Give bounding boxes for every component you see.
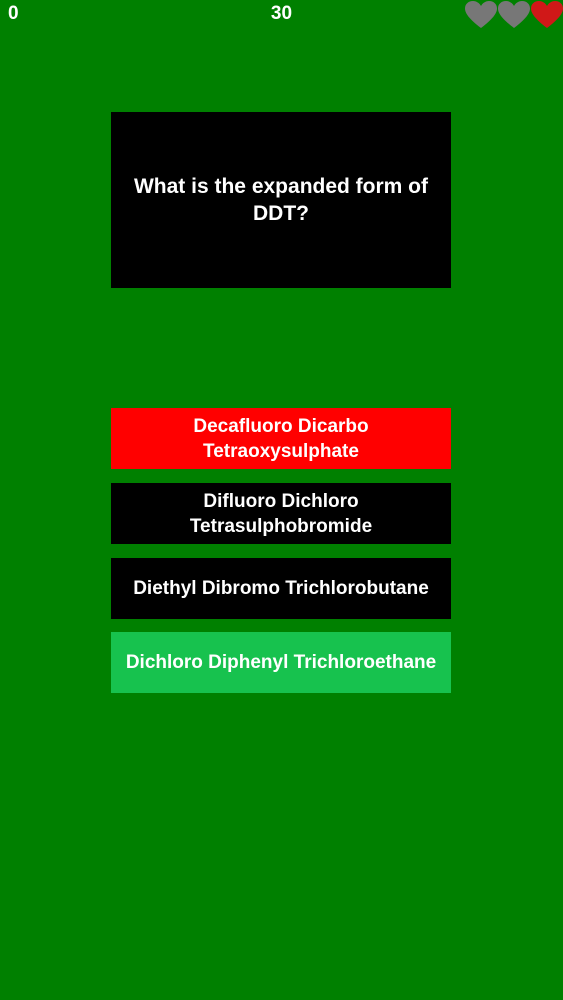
heart-shape-2 — [498, 1, 530, 28]
answer-button-2[interactable]: Difluoro Dichloro Tetrasulphobromide — [111, 483, 451, 544]
heart-shape-3 — [531, 1, 563, 28]
heart-icon — [498, 1, 530, 28]
heart-icon — [465, 1, 497, 28]
question-card: What is the expanded form of DDT? — [111, 112, 451, 288]
answer-button-4[interactable]: Dichloro Diphenyl Trichloroethane — [111, 632, 451, 693]
answer-button-1[interactable]: Decafluoro Dicarbo Tetraoxysulphate — [111, 408, 451, 469]
lives-indicator — [465, 1, 563, 29]
answer-button-3[interactable]: Diethyl Dibromo Trichlorobutane — [111, 558, 451, 619]
heart-shape-1 — [465, 1, 497, 28]
heart-icon — [531, 1, 563, 28]
question-text: What is the expanded form of DDT? — [133, 175, 429, 225]
